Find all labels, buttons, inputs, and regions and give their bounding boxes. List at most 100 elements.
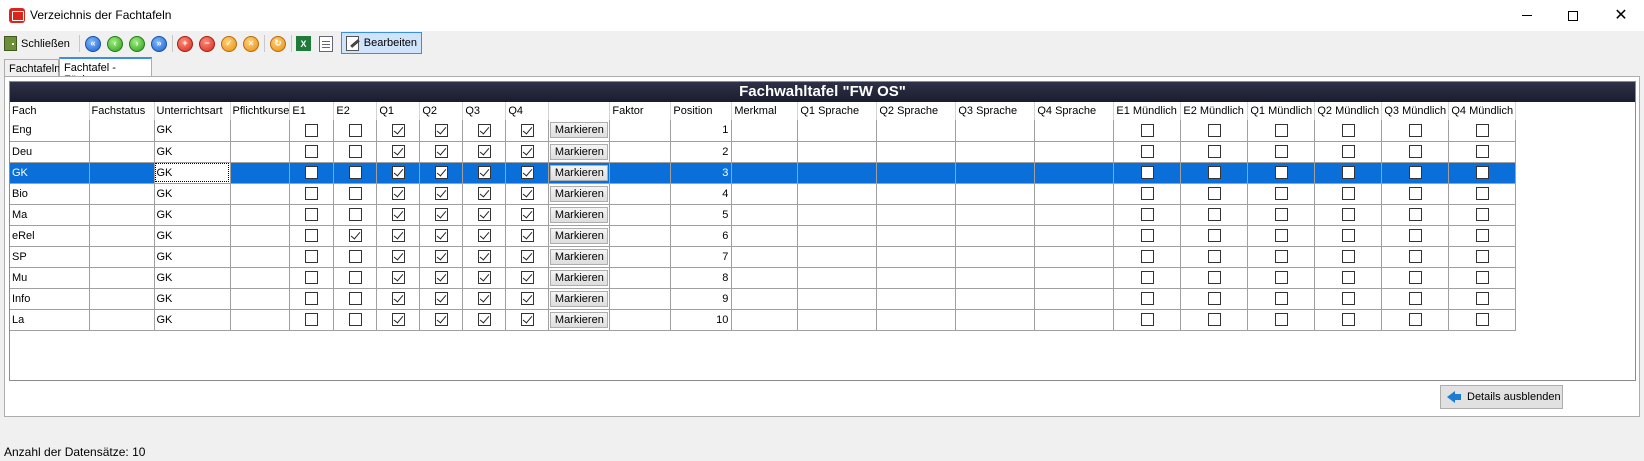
q4-muendlich-checkbox[interactable] (1475, 208, 1489, 221)
faktor-cell[interactable] (609, 204, 672, 226)
q3-sprache-cell[interactable] (955, 162, 1036, 184)
unterrichtsart-cell[interactable]: GK (154, 162, 231, 184)
delete-record-button[interactable]: − (199, 34, 215, 53)
e1-checkbox[interactable] (305, 229, 319, 242)
faktor-cell[interactable] (609, 183, 672, 205)
q2-sprache-cell[interactable] (876, 288, 957, 310)
faktor-cell[interactable] (609, 309, 672, 331)
q4-muendlich-checkbox[interactable] (1475, 145, 1489, 158)
q3-checkbox[interactable] (477, 250, 491, 263)
e1-muendlich-checkbox[interactable] (1140, 313, 1154, 326)
q3-sprache-cell[interactable] (955, 267, 1036, 289)
q2-sprache-cell[interactable] (876, 204, 957, 226)
q1-sprache-cell[interactable] (797, 309, 878, 331)
faktor-cell[interactable] (609, 288, 672, 310)
q4-sprache-cell[interactable] (1034, 246, 1115, 268)
e1-muendlich-checkbox[interactable] (1140, 292, 1154, 305)
q3-checkbox[interactable] (477, 123, 491, 137)
e2-muendlich-checkbox[interactable] (1207, 250, 1221, 263)
e2-checkbox[interactable] (348, 123, 362, 137)
q2-checkbox[interactable] (434, 271, 448, 284)
q3-sprache-cell[interactable] (955, 309, 1036, 331)
q2-sprache-cell[interactable] (876, 246, 957, 268)
q3-sprache-cell[interactable] (955, 141, 1036, 163)
column-header[interactable]: Q4 (505, 102, 550, 120)
q1-muendlich-checkbox[interactable] (1274, 271, 1288, 284)
position-cell[interactable]: 7 (670, 246, 733, 268)
q4-checkbox[interactable] (520, 292, 534, 305)
e1-muendlich-checkbox[interactable] (1140, 229, 1154, 242)
q2-muendlich-checkbox[interactable] (1341, 208, 1355, 221)
q4-muendlich-checkbox[interactable] (1475, 187, 1489, 200)
q1-checkbox[interactable] (391, 313, 405, 326)
close-button[interactable]: Schließen (4, 34, 70, 53)
e2-checkbox[interactable] (348, 166, 362, 179)
q4-sprache-cell[interactable] (1034, 183, 1115, 205)
q3-sprache-cell[interactable] (955, 183, 1036, 205)
last-record-button[interactable]: » (151, 34, 167, 53)
column-header[interactable]: Position (670, 102, 733, 120)
q4-checkbox[interactable] (520, 271, 534, 284)
q2-checkbox[interactable] (434, 123, 448, 137)
pflichtkurse-cell[interactable] (230, 162, 291, 184)
merkmal-cell[interactable] (731, 141, 799, 163)
table-row[interactable]: Bio GK Markieren 4 (10, 183, 1517, 205)
q3-muendlich-checkbox[interactable] (1408, 208, 1422, 221)
faktor-cell[interactable] (609, 267, 672, 289)
q4-checkbox[interactable] (520, 313, 534, 326)
e1-checkbox[interactable] (305, 166, 319, 179)
column-header[interactable]: Faktor (609, 102, 672, 120)
q3-checkbox[interactable] (477, 166, 491, 179)
fach-cell[interactable]: Eng (10, 120, 90, 142)
e1-checkbox[interactable] (305, 292, 319, 305)
q4-checkbox[interactable] (520, 229, 534, 242)
excel-export-button[interactable]: X (296, 34, 311, 53)
position-cell[interactable]: 1 (670, 120, 733, 142)
fachstatus-cell[interactable] (89, 225, 155, 247)
markieren-button[interactable]: Markieren (550, 206, 609, 223)
q3-sprache-cell[interactable] (955, 120, 1036, 142)
q1-sprache-cell[interactable] (797, 183, 878, 205)
q3-checkbox[interactable] (477, 271, 491, 284)
q2-checkbox[interactable] (434, 229, 448, 242)
q3-muendlich-checkbox[interactable] (1408, 123, 1422, 137)
maximize-button[interactable] (1550, 0, 1596, 31)
e2-muendlich-checkbox[interactable] (1207, 271, 1221, 284)
q2-muendlich-checkbox[interactable] (1341, 229, 1355, 242)
column-header[interactable]: Q1 Mündlich (1247, 102, 1316, 120)
table-row[interactable]: Deu GK Markieren 2 (10, 141, 1517, 163)
e2-checkbox[interactable] (348, 187, 362, 200)
position-cell[interactable]: 3 (670, 162, 733, 184)
q1-muendlich-checkbox[interactable] (1274, 145, 1288, 158)
position-cell[interactable]: 4 (670, 183, 733, 205)
q2-sprache-cell[interactable] (876, 267, 957, 289)
table-row[interactable]: eRel GK Markieren 6 (10, 225, 1517, 247)
q1-muendlich-checkbox[interactable] (1274, 123, 1288, 137)
unterrichtsart-cell[interactable]: GK (154, 225, 231, 247)
q4-sprache-cell[interactable] (1034, 267, 1115, 289)
column-header[interactable]: Fach (10, 102, 90, 120)
e2-muendlich-checkbox[interactable] (1207, 166, 1221, 179)
q2-muendlich-checkbox[interactable] (1341, 250, 1355, 263)
fach-cell[interactable]: eRel (10, 225, 90, 247)
e2-muendlich-checkbox[interactable] (1207, 123, 1221, 137)
column-header[interactable]: Q2 (419, 102, 464, 120)
e1-muendlich-checkbox[interactable] (1140, 145, 1154, 158)
q2-checkbox[interactable] (434, 145, 448, 158)
column-header[interactable] (548, 102, 611, 120)
q1-muendlich-checkbox[interactable] (1274, 292, 1288, 305)
column-header[interactable]: Q3 Mündlich (1381, 102, 1450, 120)
fachstatus-cell[interactable] (89, 288, 155, 310)
e1-muendlich-checkbox[interactable] (1140, 187, 1154, 200)
q3-sprache-cell[interactable] (955, 246, 1036, 268)
markieren-button[interactable]: Markieren (550, 227, 609, 244)
markieren-button[interactable]: Markieren (550, 290, 609, 307)
q1-muendlich-checkbox[interactable] (1274, 313, 1288, 326)
q1-muendlich-checkbox[interactable] (1274, 229, 1288, 242)
e2-muendlich-checkbox[interactable] (1207, 145, 1221, 158)
q1-sprache-cell[interactable] (797, 267, 878, 289)
fachstatus-cell[interactable] (89, 246, 155, 268)
q4-checkbox[interactable] (520, 166, 534, 179)
pflichtkurse-cell[interactable] (230, 204, 291, 226)
faktor-cell[interactable] (609, 141, 672, 163)
